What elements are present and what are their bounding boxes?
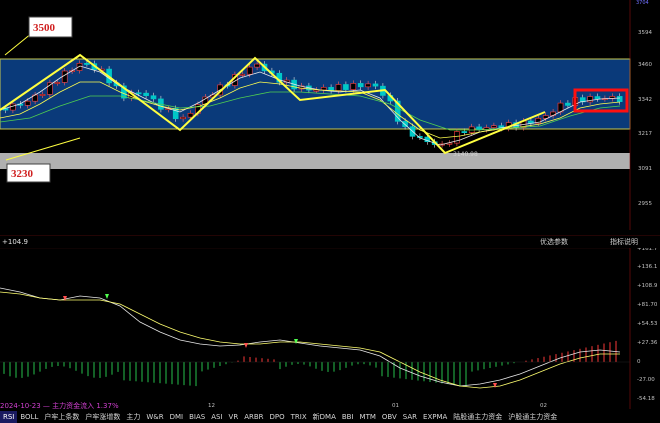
sell-signal-marker-2 — [244, 343, 248, 348]
tab-19[interactable]: 陆股通主力资金 — [450, 411, 505, 423]
indicator-tick-5: +27.36 — [637, 340, 658, 346]
indicator-value: +104.9 — [2, 238, 28, 246]
main-chart: 3500 3230 3140.98 3594 3460 3342 3217 3091 29… — [0, 0, 652, 230]
indicator-header: +104.9 优选参数 指标说明 — [0, 236, 660, 248]
corner-label: 3704 — [636, 0, 649, 6]
support-strip — [0, 153, 630, 169]
candle-body — [320, 87, 327, 91]
candle-body — [54, 82, 61, 84]
indicator-tick-1: +136.1 — [637, 264, 657, 270]
low-price-annotation: 3140.98 — [453, 151, 478, 158]
buy-signal-marker — [105, 294, 109, 299]
price-tick-1: 3460 — [638, 62, 652, 68]
tab-4[interactable]: 主力 — [123, 411, 143, 423]
indicator-tick-4: +54.53 — [637, 321, 658, 327]
candle-body — [135, 92, 142, 95]
buy-signal-marker-2 — [294, 339, 298, 344]
candle-body — [24, 100, 31, 106]
indicator-tab-bar: RSI BOLL 户牢上条数 户牢涨增数 主力 W&R DMI BIAS ASI VR ARBR DP… — [0, 409, 660, 423]
tab-10[interactable]: ARBR — [241, 411, 266, 423]
params-button[interactable]: 优选参数 — [540, 237, 568, 247]
tab-6[interactable]: DMI — [167, 411, 187, 423]
svg-text:3500: 3500 — [33, 22, 56, 34]
tab-14[interactable]: BBI — [339, 411, 357, 423]
indicator-tick-2: +108.9 — [637, 283, 658, 289]
tab-5[interactable]: W&R — [143, 411, 166, 423]
candle-body — [143, 92, 149, 96]
indicator-tick-6: 0 — [637, 359, 641, 365]
candle-body — [616, 96, 623, 102]
candle-body — [365, 83, 371, 88]
dea-line — [0, 291, 620, 389]
candle-body — [350, 83, 357, 90]
candle-body — [150, 95, 157, 100]
candle-body — [335, 84, 342, 91]
indicator-tick-3: +81.70 — [637, 302, 658, 308]
label-3500: 3500 — [28, 16, 73, 38]
candle-body — [180, 116, 186, 120]
tab-16[interactable]: OBV — [379, 411, 400, 423]
sell-signal-marker-3 — [493, 383, 497, 388]
svg-text:3230: 3230 — [11, 168, 34, 180]
label-3230: 3230 — [6, 163, 51, 183]
tab-2[interactable]: 户牢上条数 — [41, 411, 82, 423]
help-button[interactable]: 指标说明 — [610, 237, 638, 247]
price-tick-4: 3091 — [638, 166, 652, 172]
tab-3[interactable]: 户牢涨增数 — [82, 411, 123, 423]
indicator-tick-7: -27.00 — [637, 377, 655, 383]
dif-line — [0, 287, 621, 387]
candle-body — [565, 102, 571, 106]
tab-0[interactable]: RSI — [0, 411, 18, 423]
candle-body — [84, 63, 90, 65]
candle-body — [61, 70, 68, 83]
tab-9[interactable]: VR — [226, 411, 242, 423]
candle-body — [246, 66, 253, 75]
candle-body — [372, 83, 379, 87]
tab-12[interactable]: TRIX — [288, 411, 310, 423]
tab-1[interactable]: BOLL — [17, 411, 41, 423]
tab-8[interactable]: ASI — [208, 411, 225, 423]
tab-11[interactable]: DPO — [267, 411, 288, 423]
candle-body — [461, 131, 468, 133]
candle-body — [39, 94, 46, 96]
candle-body — [47, 82, 53, 95]
indicator-axis: +161.7+136.1+108.9+81.70+54.53+27.360-27… — [637, 246, 658, 402]
candle-body — [254, 63, 260, 68]
tab-7[interactable]: BIAS — [186, 411, 208, 423]
indicator-tick-8: -54.18 — [637, 396, 655, 402]
macd-histogram — [3, 340, 617, 387]
tab-18[interactable]: EXPMA — [420, 411, 450, 423]
indicator-pane: +161.7+136.1+108.9+81.70+54.53+27.360-27… — [0, 235, 660, 409]
price-axis: 3594 3460 3342 3217 3091 2955 — [638, 30, 652, 207]
price-tick-2: 3342 — [638, 97, 652, 103]
price-tick-3: 3217 — [638, 131, 652, 137]
candle-body — [187, 112, 194, 118]
tab-20[interactable]: 沪股通主力资金 — [505, 411, 560, 423]
price-tick-0: 3594 — [638, 30, 652, 36]
candle-body — [491, 125, 497, 128]
candle-body — [476, 126, 482, 130]
tab-13[interactable]: 新DMA — [310, 411, 339, 423]
tab-17[interactable]: SAR — [400, 411, 420, 423]
tab-15[interactable]: MTM — [357, 411, 379, 423]
candle-body — [357, 83, 364, 88]
candle-body — [343, 84, 349, 90]
price-tick-5: 2955 — [638, 201, 652, 207]
candle-body — [239, 73, 246, 76]
candle-body — [594, 96, 601, 100]
